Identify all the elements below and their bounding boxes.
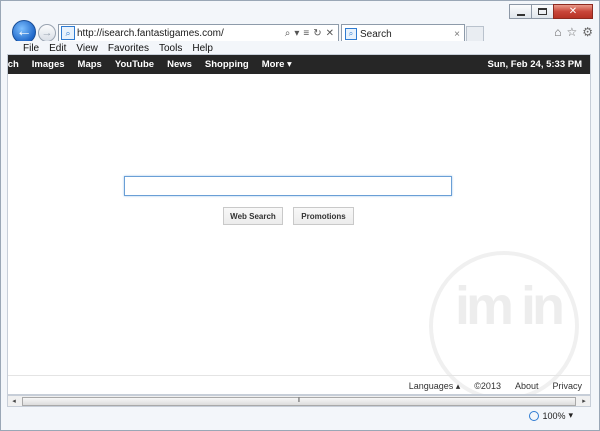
menu-file[interactable]: File [23, 43, 39, 54]
stop-icon[interactable]: ✕ [326, 28, 334, 39]
search-dropdown-icon[interactable]: ▾ [294, 28, 299, 39]
tab-favicon-icon: ⌕ [345, 28, 357, 40]
top-navigation-bar: rch Images Maps YouTube News Shopping Mo… [8, 55, 590, 74]
menu-view[interactable]: View [76, 43, 98, 54]
forward-arrow-icon: → [41, 27, 53, 39]
horizontal-scrollbar[interactable]: ◂ ⦀ ▸ [7, 395, 591, 407]
tools-gear-icon[interactable]: ⚙ [582, 25, 593, 39]
scroll-left-icon[interactable]: ◂ [8, 396, 20, 406]
footer-divider [8, 375, 590, 376]
site-favicon-icon: ⌕ [61, 26, 75, 40]
toolbar-icons: ⌂ ☆ ⚙ [554, 25, 593, 39]
about-link[interactable]: About [515, 381, 539, 392]
search-input[interactable] [124, 176, 452, 196]
address-bar[interactable]: ⌕ http://isearch.fantastigames.com/ ⌕ ▾ … [58, 24, 339, 42]
back-arrow-icon: ← [16, 23, 32, 40]
watermark-logo: im in [403, 243, 589, 394]
nav-link-images[interactable]: Images [32, 59, 65, 70]
date-time: Sun, Feb 24, 5:33 PM [487, 59, 583, 70]
status-bar: 100% ▾ [7, 407, 591, 425]
privacy-link[interactable]: Privacy [552, 381, 582, 392]
web-page: rch Images Maps YouTube News Shopping Mo… [7, 54, 591, 395]
minimize-icon [516, 13, 525, 16]
compatibility-view-icon[interactable]: ≡ [303, 28, 309, 39]
menu-tools[interactable]: Tools [159, 43, 182, 54]
zoom-level: 100% [542, 410, 566, 421]
search-icon[interactable]: ⌕ [285, 28, 291, 39]
nav-link-maps[interactable]: Maps [78, 59, 102, 70]
copyright-text: ©2013 [474, 381, 501, 391]
menu-favorites[interactable]: Favorites [108, 43, 149, 54]
languages-link[interactable]: Languages ▴ [409, 381, 461, 392]
web-search-button[interactable]: Web Search [223, 207, 283, 225]
address-tools: ⌕ ▾ ≡ ↻ ✕ [285, 28, 338, 39]
menu-edit[interactable]: Edit [49, 43, 66, 54]
scroll-right-icon[interactable]: ▸ [578, 396, 590, 406]
maximize-icon [538, 8, 547, 15]
watermark-letters: im in [455, 276, 565, 336]
promotions-button[interactable]: Promotions [293, 207, 354, 225]
close-icon: ✕ [568, 6, 578, 17]
nav-link-more[interactable]: More ▾ [262, 59, 292, 70]
refresh-icon[interactable]: ↻ [313, 28, 321, 39]
nav-link-shopping[interactable]: Shopping [205, 59, 249, 70]
new-tab-button[interactable] [466, 26, 484, 42]
scroll-grip-icon: ⦀ [297, 397, 301, 404]
zoom-icon [529, 410, 540, 421]
tab-title: Search [360, 28, 392, 40]
browser-window: ✕ ← → ⌕ http://isearch.fantastigames.com… [0, 0, 600, 431]
nav-link-search[interactable]: rch [8, 59, 19, 70]
nav-link-youtube[interactable]: YouTube [115, 59, 154, 70]
navigation-row: ← → ⌕ http://isearch.fantastigames.com/ … [1, 17, 600, 44]
footer-links: Languages ▴ ©2013 About Privacy [409, 381, 582, 392]
scroll-thumb[interactable]: ⦀ [22, 396, 576, 406]
address-url[interactable]: http://isearch.fantastigames.com/ [77, 28, 285, 39]
menu-help[interactable]: Help [192, 43, 213, 54]
favorites-star-icon[interactable]: ☆ [566, 25, 577, 39]
home-icon[interactable]: ⌂ [554, 25, 561, 39]
menu-bar: File Edit View Favorites Tools Help [1, 41, 599, 55]
zoom-dropdown-icon[interactable]: ▾ [568, 410, 573, 421]
forward-button[interactable]: → [38, 24, 56, 42]
tab-close-icon[interactable]: × [454, 29, 460, 40]
zoom-control[interactable]: 100% ▾ [529, 410, 573, 421]
nav-link-news[interactable]: News [167, 59, 192, 70]
